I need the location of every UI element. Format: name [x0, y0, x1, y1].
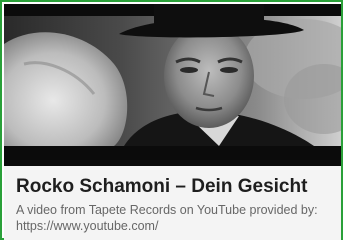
- video-thumbnail-image: [4, 4, 341, 166]
- video-title[interactable]: Rocko Schamoni – Dein Gesicht: [16, 176, 329, 198]
- video-caption: Rocko Schamoni – Dein Gesicht A video fr…: [4, 166, 341, 240]
- video-description: A video from Tapete Records on YouTube p…: [16, 203, 318, 233]
- video-thumbnail[interactable]: [4, 4, 341, 166]
- video-card[interactable]: Rocko Schamoni – Dein Gesicht A video fr…: [0, 0, 343, 240]
